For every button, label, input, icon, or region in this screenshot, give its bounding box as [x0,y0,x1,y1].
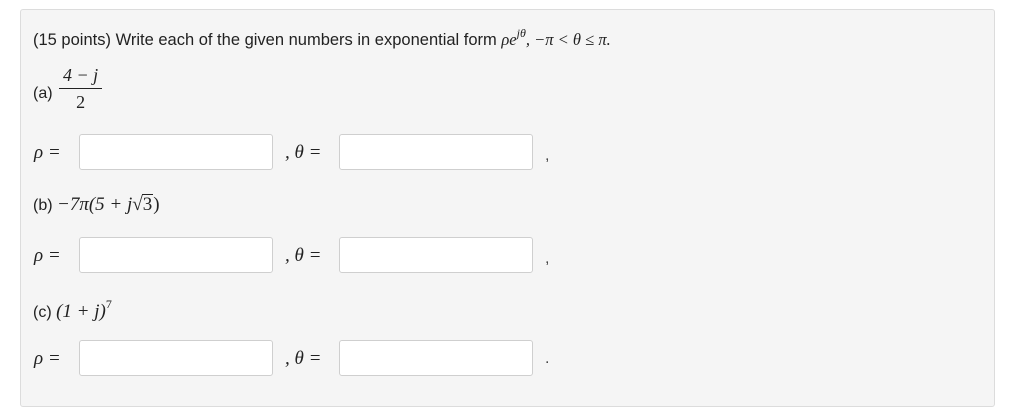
part-b-label: (b) [33,197,53,214]
exponential-form: ρejθ [501,26,526,49]
part-b-trailing: , [545,250,550,267]
part-c-label: (c) [33,304,52,321]
part-b-expression: −7π(5 + j√3) [57,194,160,215]
part-c-theta-input[interactable] [339,340,533,376]
part-a-rho-label: ρ = [34,142,61,163]
question-text: Write each of the given numbers in expon… [115,31,497,49]
part-b-statement: (b) −7π(5 + j√3) [33,194,160,216]
part-a-rho-input[interactable] [79,134,273,170]
top-strip [0,0,1034,4]
part-a-denominator: 2 [76,92,86,112]
part-c-theta-label: , θ = [285,348,322,369]
part-b-rho-input[interactable] [79,237,273,273]
theta-range: , −π < θ ≤ π. [525,30,611,49]
part-c-statement: (c) (1 + j)7 [33,297,112,323]
part-a-fraction: 4 − j 2 [59,65,103,113]
points-label: (15 points) [33,31,111,49]
part-b-sqrt: 3 [141,194,154,215]
question-panel: (15 points) Write each of the given numb… [20,9,995,407]
part-c-rho-input[interactable] [79,340,273,376]
part-a-theta-input[interactable] [339,134,533,170]
part-a-trailing: , [545,147,550,164]
part-a-label: (a) [33,85,53,102]
part-a-theta-label: , θ = [285,142,322,163]
part-b-rho-label: ρ = [34,245,61,266]
question-prompt: (15 points) Write each of the given numb… [33,26,611,50]
part-b-theta-input[interactable] [339,237,533,273]
part-a-numerator: 4 − j [59,65,103,89]
part-c-expression: (1 + j)7 [56,297,112,322]
part-c-trailing: . [545,350,550,367]
part-c-rho-label: ρ = [34,348,61,369]
part-b-theta-label: , θ = [285,245,322,266]
